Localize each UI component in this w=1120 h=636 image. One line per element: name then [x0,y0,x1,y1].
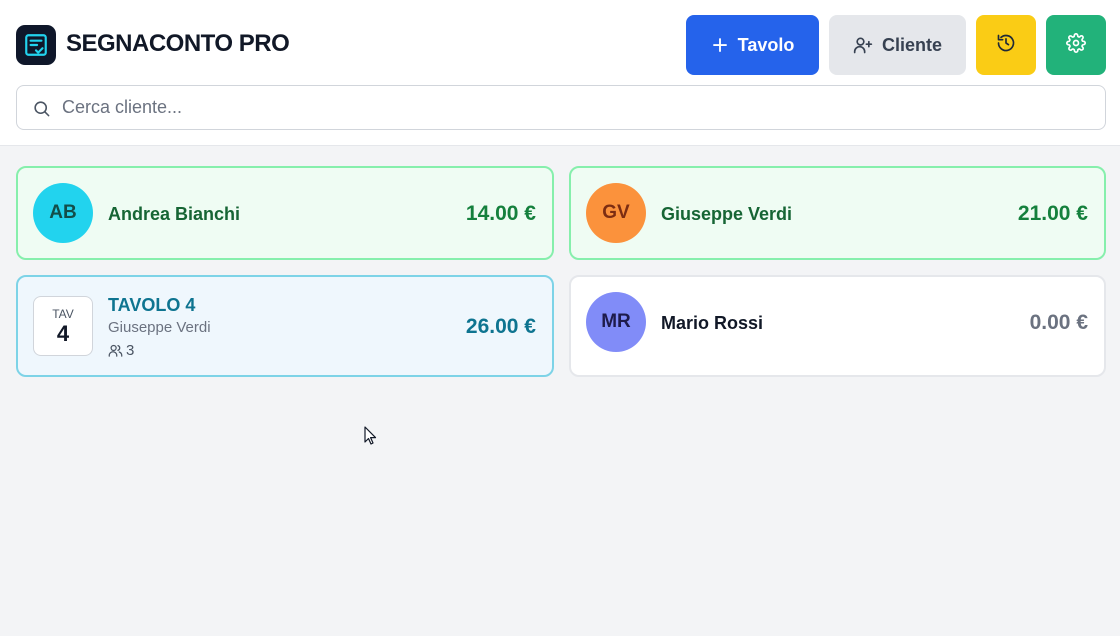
settings-button[interactable] [1046,15,1106,75]
add-table-label: Tavolo [737,34,795,55]
avatar: GV [586,183,646,243]
table-badge-label: TAV [52,307,74,321]
history-icon [996,33,1016,58]
client-card[interactable]: AB Andrea Bianchi 14.00 € [16,166,554,260]
mouse-cursor-icon [364,426,378,451]
add-client-button[interactable]: Cliente [829,15,966,75]
client-amount: 0.00 € [1029,311,1088,334]
user-plus-icon [853,35,873,55]
search-input[interactable] [62,86,1092,129]
table-guests-count: 3 [126,342,135,359]
receipt-check-icon [16,25,56,65]
gear-icon [1066,32,1086,58]
table-client-name: Giuseppe Verdi [108,319,211,336]
app-header: SEGNACONTO PRO Tavolo Cliente [0,0,1120,146]
client-amount: 21.00 € [1017,202,1088,225]
client-amount: 14.00 € [465,202,536,225]
client-name: Mario Rossi [661,313,764,333]
avatar: MR [586,292,646,352]
table-guests: 3 [108,342,134,359]
client-name: Giuseppe Verdi [661,204,793,224]
add-table-button[interactable]: Tavolo [686,15,819,75]
table-amount: 26.00 € [465,315,536,338]
app-title: SEGNACONTO PRO [66,30,290,57]
table-card[interactable]: TAV 4 TAVOLO 4 Giuseppe Verdi 3 26.00 € [16,275,554,377]
search-icon [32,99,51,123]
table-badge-number: 4 [56,321,70,346]
client-card[interactable]: MR Mario Rossi 0.00 € [569,275,1106,377]
users-icon [108,343,123,358]
add-client-label: Cliente [881,34,942,55]
client-name: Andrea Bianchi [108,204,241,224]
avatar: AB [33,183,93,243]
history-button[interactable] [976,15,1036,75]
table-number-badge: TAV 4 [33,296,93,356]
table-title: TAVOLO 4 [108,295,196,315]
search-bar [16,85,1106,130]
plus-icon [711,36,729,54]
client-card[interactable]: GV Giuseppe Verdi 21.00 € [569,166,1106,260]
